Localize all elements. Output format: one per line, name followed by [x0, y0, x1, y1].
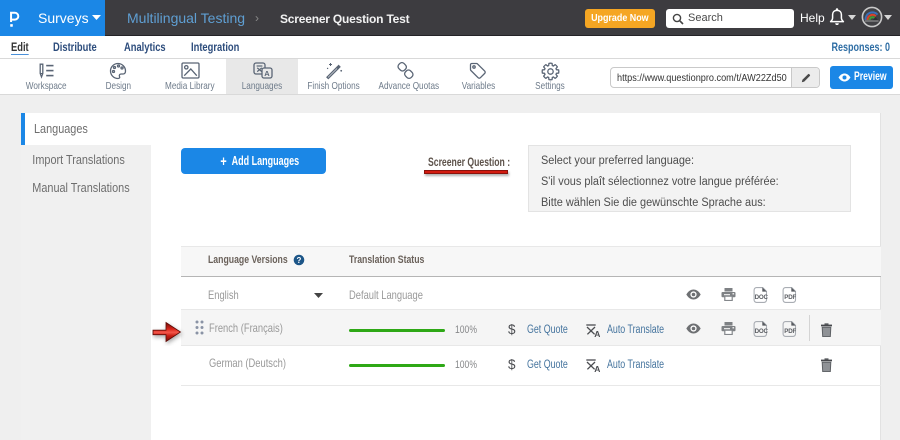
- svg-text:PDF: PDF: [784, 294, 796, 301]
- svg-text:PDF: PDF: [784, 328, 796, 335]
- svg-text:A: A: [594, 329, 600, 337]
- svg-text:A: A: [594, 364, 600, 372]
- svg-text:?: ?: [297, 256, 302, 265]
- svg-text:DOC: DOC: [755, 294, 769, 301]
- svg-text:DOC: DOC: [755, 328, 769, 335]
- svg-text:A: A: [264, 69, 270, 78]
